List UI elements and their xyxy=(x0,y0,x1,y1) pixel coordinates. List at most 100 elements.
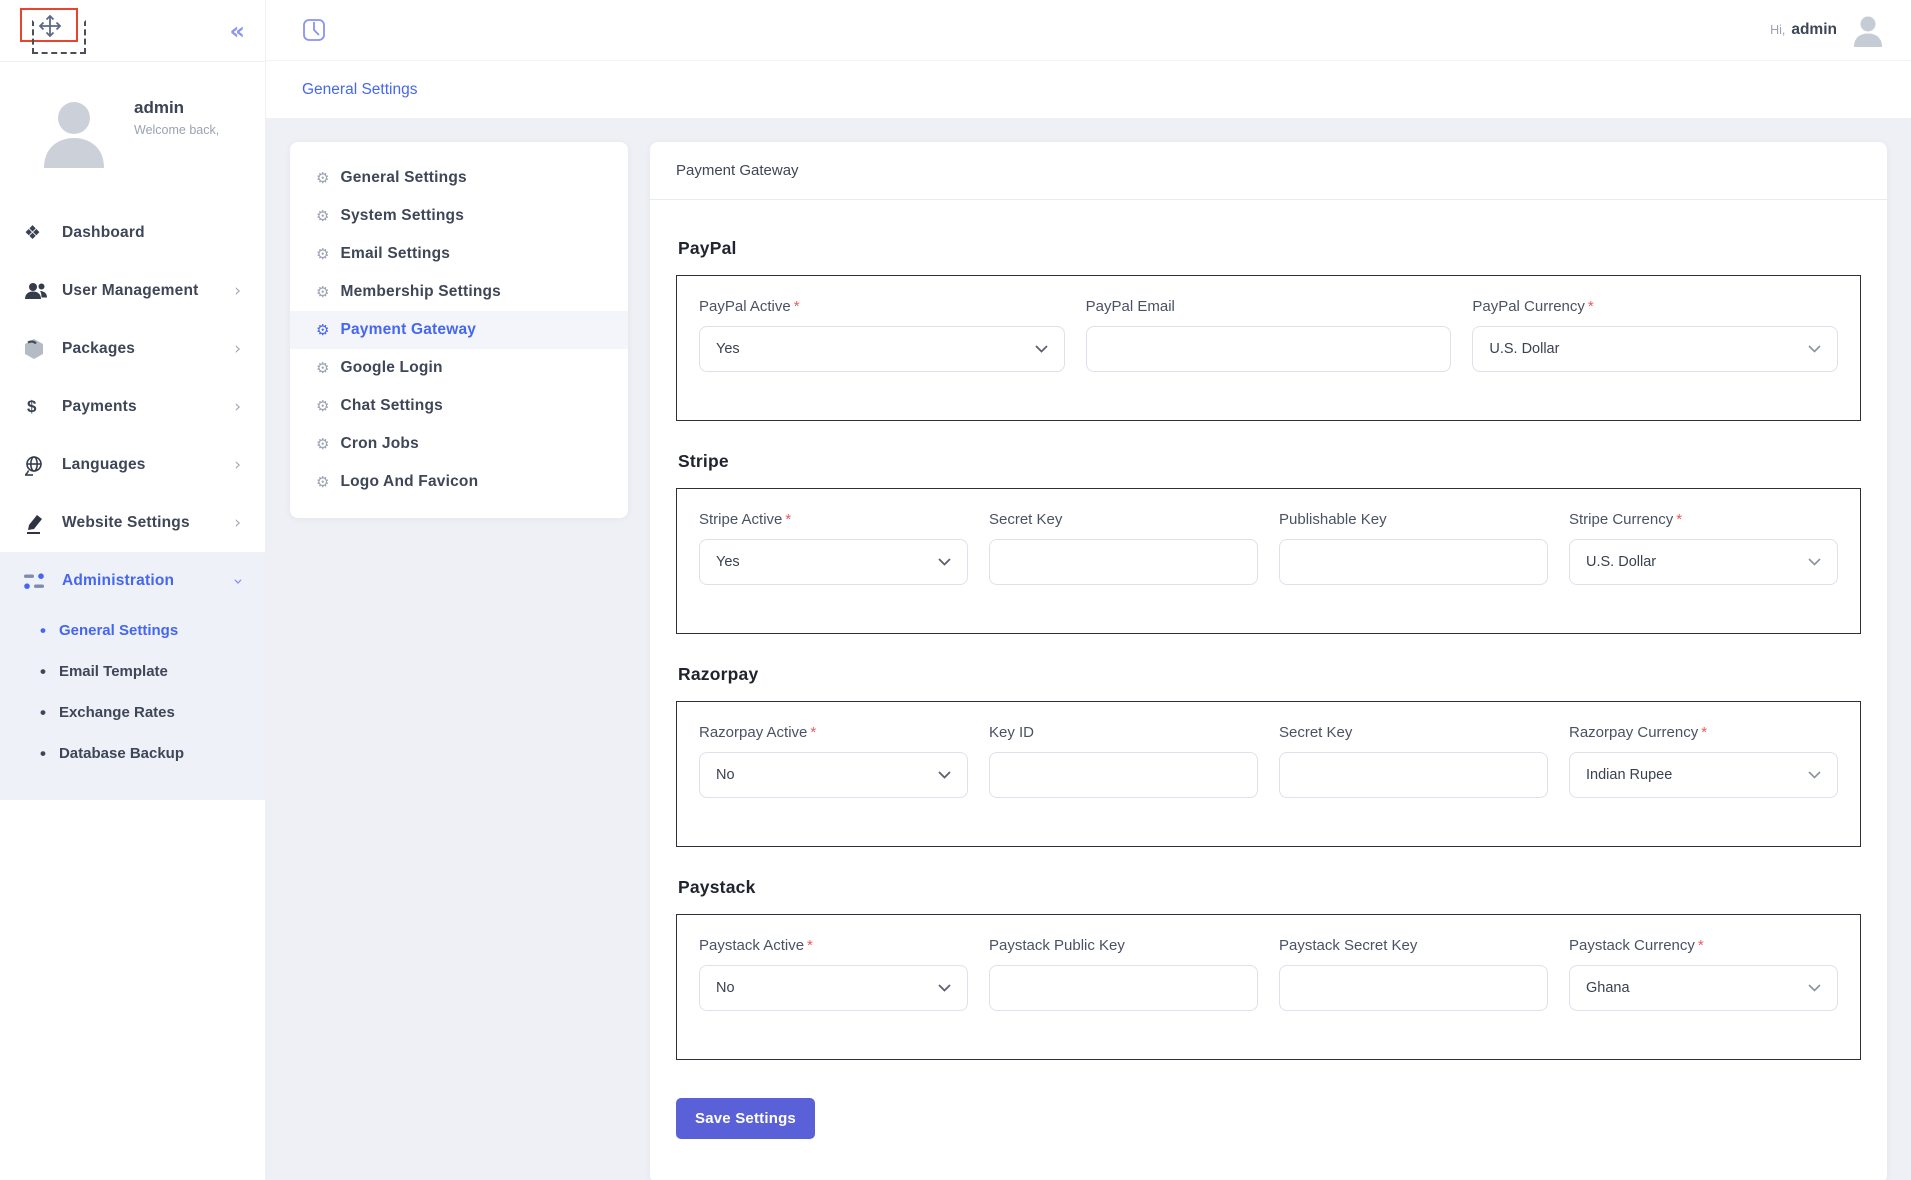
settings-nav-logo-and-favicon[interactable]: ⚙ Logo And Favicon xyxy=(290,463,628,501)
field-label: Paystack Public Key xyxy=(989,937,1258,954)
sidebar-subitem-exchange-rates[interactable]: • Exchange Rates xyxy=(0,692,265,733)
chevron-down-icon xyxy=(1035,345,1048,353)
sidebar-header: « xyxy=(0,0,265,62)
sidebar-subitem-email-template[interactable]: • Email Template xyxy=(0,651,265,692)
settings-nav-general-settings[interactable]: ⚙ General Settings xyxy=(290,159,628,197)
sidebar-item-packages[interactable]: Packages › xyxy=(0,320,265,378)
razorpay-currency-select[interactable]: Indian Rupee xyxy=(1569,752,1838,798)
chevron-right-icon: › xyxy=(234,341,241,358)
bullet-icon: • xyxy=(40,745,46,762)
required-asterisk: * xyxy=(1588,298,1594,315)
content: ⚙ General Settings ⚙ System Settings ⚙ E… xyxy=(266,118,1911,1180)
chevron-right-icon: › xyxy=(234,515,241,532)
stripe-active-select[interactable]: Yes xyxy=(699,539,968,585)
field-label: Paystack Secret Key xyxy=(1279,937,1548,954)
sidebar-item-user-management[interactable]: User Management › xyxy=(0,262,265,320)
settings-nav-label: Google Login xyxy=(340,359,442,377)
topbar: Hi, admin xyxy=(266,0,1911,60)
field-label: Paystack Currency* xyxy=(1569,937,1838,954)
user-name: admin xyxy=(134,98,219,118)
required-asterisk: * xyxy=(1698,937,1704,954)
razorpay-key-id-input[interactable] xyxy=(989,752,1258,798)
settings-nav-system-settings[interactable]: ⚙ System Settings xyxy=(290,197,628,235)
sidebar-subitem-label: Email Template xyxy=(59,663,168,680)
select-value: U.S. Dollar xyxy=(1489,341,1559,357)
field-label: Paystack Active* xyxy=(699,937,968,954)
save-settings-button[interactable]: Save Settings xyxy=(676,1098,815,1139)
payment-gateway-card: Payment Gateway PayPal PayPal Active* Ye… xyxy=(650,142,1887,1180)
chevron-right-icon: › xyxy=(234,283,241,300)
topbar-avatar[interactable] xyxy=(1851,13,1885,47)
sidebar-item-payments[interactable]: $ Payments › xyxy=(0,378,265,436)
chevron-down-icon xyxy=(1808,345,1821,353)
select-value: Yes xyxy=(716,341,740,357)
paystack-active-select[interactable]: No xyxy=(699,965,968,1011)
field-label: Secret Key xyxy=(989,511,1258,528)
settings-nav-card: ⚙ General Settings ⚙ System Settings ⚙ E… xyxy=(290,142,628,518)
section-title-paypal: PayPal xyxy=(678,238,1861,259)
sidebar-item-label: Packages xyxy=(62,340,135,358)
paypal-email-input[interactable] xyxy=(1086,326,1452,372)
dollar-icon: $ xyxy=(24,397,54,417)
razorpay-active-select[interactable]: No xyxy=(699,752,968,798)
field-label: Secret Key xyxy=(1279,724,1548,741)
settings-nav-label: Chat Settings xyxy=(340,397,443,415)
package-icon xyxy=(24,338,54,360)
sidebar-item-label: Languages xyxy=(62,456,146,474)
gear-icon: ⚙ xyxy=(316,399,329,414)
paypal-active-select[interactable]: Yes xyxy=(699,326,1065,372)
sidebar-item-dashboard[interactable]: ❖ Dashboard xyxy=(0,204,265,262)
clock-toggle-icon[interactable] xyxy=(302,18,326,42)
select-value: No xyxy=(716,767,735,783)
sidebar-nav: ❖ Dashboard User Management › Packages ›… xyxy=(0,204,265,800)
sidebar-subitem-label: Database Backup xyxy=(59,745,184,762)
field-label: Key ID xyxy=(989,724,1258,741)
broken-logo-image[interactable] xyxy=(18,6,96,56)
select-value: Yes xyxy=(716,554,740,570)
paystack-secret-key-input[interactable] xyxy=(1279,965,1548,1011)
chevron-down-icon xyxy=(938,558,951,566)
breadcrumb-link[interactable]: General Settings xyxy=(302,81,417,99)
sidebar-subitem-database-backup[interactable]: • Database Backup xyxy=(0,733,265,774)
sidebar-item-website-settings[interactable]: Website Settings › xyxy=(0,494,265,552)
gear-icon: ⚙ xyxy=(316,209,329,224)
settings-nav-email-settings[interactable]: ⚙ Email Settings xyxy=(290,235,628,273)
field-label: PayPal Active* xyxy=(699,298,1065,315)
breadcrumb-bar: General Settings xyxy=(266,60,1911,118)
sidebar-collapse-icon[interactable]: « xyxy=(229,19,243,43)
select-value: Indian Rupee xyxy=(1586,767,1672,783)
sidebar-item-languages[interactable]: Languages › xyxy=(0,436,265,494)
paystack-currency-select[interactable]: Ghana xyxy=(1569,965,1838,1011)
settings-nav-cron-jobs[interactable]: ⚙ Cron Jobs xyxy=(290,425,628,463)
bullet-icon: • xyxy=(40,704,46,721)
required-asterisk: * xyxy=(810,724,816,741)
settings-nav-chat-settings[interactable]: ⚙ Chat Settings xyxy=(290,387,628,425)
sidebar-item-label: Dashboard xyxy=(62,224,145,242)
gear-icon: ⚙ xyxy=(316,361,329,376)
paypal-currency-select[interactable]: U.S. Dollar xyxy=(1472,326,1838,372)
paypal-fieldset: PayPal Active* Yes PayPal Email xyxy=(676,275,1861,421)
field-label: Razorpay Currency* xyxy=(1569,724,1838,741)
settings-nav-membership-settings[interactable]: ⚙ Membership Settings xyxy=(290,273,628,311)
required-asterisk: * xyxy=(807,937,813,954)
settings-nav-google-login[interactable]: ⚙ Google Login xyxy=(290,349,628,387)
user-welcome-text: Welcome back, xyxy=(134,123,219,137)
paystack-public-key-input[interactable] xyxy=(989,965,1258,1011)
bullet-icon: • xyxy=(40,622,46,639)
settings-nav-payment-gateway[interactable]: ⚙ Payment Gateway xyxy=(290,311,628,349)
gear-icon: ⚙ xyxy=(316,475,329,490)
pen-icon xyxy=(24,513,54,534)
stripe-publishable-key-input[interactable] xyxy=(1279,539,1548,585)
field-label: Stripe Active* xyxy=(699,511,968,528)
stripe-secret-key-input[interactable] xyxy=(989,539,1258,585)
settings-nav-label: Membership Settings xyxy=(340,283,501,301)
gear-icon: ⚙ xyxy=(316,171,329,186)
section-title-razorpay: Razorpay xyxy=(678,664,1861,685)
sidebar-subitem-general-settings[interactable]: • General Settings xyxy=(0,610,265,651)
razorpay-secret-key-input[interactable] xyxy=(1279,752,1548,798)
sidebar-item-administration[interactable]: Administration › xyxy=(0,552,265,610)
settings-nav-label: System Settings xyxy=(340,207,464,225)
dashboard-icon: ❖ xyxy=(24,224,54,243)
settings-nav-label: Payment Gateway xyxy=(340,321,476,339)
stripe-currency-select[interactable]: U.S. Dollar xyxy=(1569,539,1838,585)
